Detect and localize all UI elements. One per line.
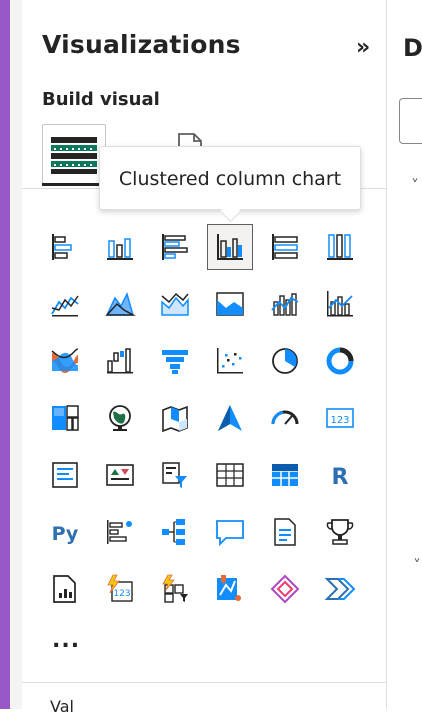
clustered-column-chart-icon[interactable] xyxy=(207,224,253,270)
line-and-stacked-column-chart-icon[interactable] xyxy=(262,281,308,327)
arcgis-map-icon[interactable] xyxy=(207,566,253,612)
svg-text:Py: Py xyxy=(52,523,79,545)
kpi-icon[interactable] xyxy=(97,452,143,498)
paginated-report-icon[interactable] xyxy=(42,566,88,612)
more-visuals-button[interactable]: ... xyxy=(52,628,80,653)
python-visual-icon[interactable]: Py xyxy=(42,509,88,555)
accent-bar xyxy=(0,0,10,709)
divider xyxy=(22,682,386,683)
treemap-icon[interactable] xyxy=(42,395,88,441)
left-gutter xyxy=(10,0,22,709)
metrics-icon[interactable] xyxy=(317,509,363,555)
azure-map-icon[interactable] xyxy=(207,395,253,441)
clustered-bar-chart-icon[interactable] xyxy=(152,224,198,270)
power-apps-icon[interactable] xyxy=(152,566,198,612)
power-automate-chevron-icon[interactable] xyxy=(317,566,363,612)
key-influencers-icon[interactable] xyxy=(97,509,143,555)
gauge-icon[interactable] xyxy=(262,395,308,441)
stacked-area-chart-icon[interactable] xyxy=(152,281,198,327)
decomposition-tree-icon[interactable] xyxy=(152,509,198,555)
stacked-column-chart-icon[interactable] xyxy=(97,224,143,270)
active-tab-indicator xyxy=(42,183,104,186)
power-apps-diamond-icon[interactable] xyxy=(262,566,308,612)
smart-narrative-icon[interactable] xyxy=(262,509,308,555)
build-visual-heading: Build visual xyxy=(42,89,160,110)
slicer-icon[interactable] xyxy=(152,452,198,498)
stacked-bar-chart-icon[interactable] xyxy=(42,224,88,270)
area-chart-icon[interactable] xyxy=(97,281,143,327)
line-chart-icon[interactable] xyxy=(42,281,88,327)
donut-chart-icon[interactable] xyxy=(317,338,363,384)
100-percent-stacked-bar-chart-icon[interactable] xyxy=(262,224,308,270)
card-icon[interactable]: 123 xyxy=(317,395,363,441)
line-and-clustered-column-chart-icon[interactable] xyxy=(317,281,363,327)
scatter-chart-icon[interactable] xyxy=(207,338,253,384)
data-pane-title: D xyxy=(403,34,422,62)
matrix-icon[interactable] xyxy=(262,452,308,498)
pane-title: Visualizations xyxy=(42,30,241,59)
100-percent-stacked-column-chart-icon[interactable] xyxy=(317,224,363,270)
map-icon[interactable] xyxy=(97,395,143,441)
svg-text:123: 123 xyxy=(330,415,349,426)
values-section-label: Val xyxy=(50,697,74,716)
multi-row-card-icon[interactable] xyxy=(42,452,88,498)
svg-text:123: 123 xyxy=(113,589,130,599)
pie-chart-icon[interactable] xyxy=(262,338,308,384)
qa-icon[interactable] xyxy=(207,509,253,555)
r-script-visual-icon[interactable]: R xyxy=(317,452,363,498)
filled-map-icon[interactable] xyxy=(152,395,198,441)
search-input[interactable] xyxy=(399,98,422,144)
visualizations-pane: Visualizations » Build visual 123 R Py 123 … xyxy=(22,0,386,716)
build-visual-tab-icon[interactable] xyxy=(42,124,106,184)
collapse-pane-button[interactable]: » xyxy=(356,35,370,60)
power-automate-icon[interactable]: 123 xyxy=(97,566,143,612)
svg-text:R: R xyxy=(332,465,349,490)
data-pane: D ˅ ˅ xyxy=(387,0,422,709)
funnel-icon[interactable] xyxy=(152,338,198,384)
table-icon[interactable] xyxy=(207,452,253,498)
ribbon-chart-icon[interactable] xyxy=(42,338,88,384)
chevron-down-icon[interactable]: ˅ xyxy=(411,176,419,195)
100-percent-stacked-area-chart-icon[interactable] xyxy=(207,281,253,327)
waterfall-chart-icon[interactable] xyxy=(97,338,143,384)
chevron-down-icon[interactable]: ˅ xyxy=(413,556,421,575)
